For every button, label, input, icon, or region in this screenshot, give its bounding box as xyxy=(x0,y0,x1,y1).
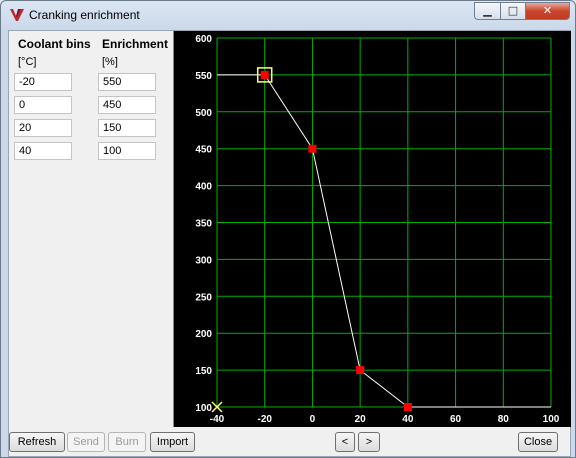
coolant-bin-field[interactable]: 20 xyxy=(14,119,72,137)
y-tick-label: 500 xyxy=(195,108,212,119)
bottom-toolbar: Refresh Send Burn Import < > Close xyxy=(9,427,570,456)
send-button[interactable]: Send xyxy=(67,432,105,452)
data-point xyxy=(356,366,365,375)
minimize-icon: ▁ xyxy=(483,4,492,17)
coolant-bin-field[interactable]: 0 xyxy=(14,96,72,114)
maximize-button[interactable]: □ xyxy=(500,2,526,20)
series-line xyxy=(217,74,551,408)
x-tick-label: 100 xyxy=(543,414,560,425)
close-icon: ✕ xyxy=(542,4,553,17)
burn-button[interactable]: Burn xyxy=(108,432,146,452)
client-area: Coolant bins Enrichment [°C] [%] -20 550… xyxy=(8,30,571,457)
y-tick-label: 450 xyxy=(195,145,212,156)
enrichment-header: Enrichment xyxy=(102,37,169,51)
close-window-button[interactable]: ✕ xyxy=(525,2,570,20)
enrichment-unit-label: [%] xyxy=(102,56,118,68)
y-tick-label: 100 xyxy=(195,403,212,414)
x-tick-label: 20 xyxy=(355,414,367,425)
y-tick-label: 600 xyxy=(195,34,212,45)
data-point xyxy=(308,144,317,153)
close-button[interactable]: Close xyxy=(518,432,558,452)
enrichment-table: Coolant bins Enrichment [°C] [%] -20 550… xyxy=(9,31,171,427)
data-point xyxy=(260,70,269,79)
enrichment-value-field[interactable]: 150 xyxy=(98,119,156,137)
y-tick-label: 300 xyxy=(195,255,212,266)
chart-canvas[interactable]: 100 150 200 250 300 350 400 450 500 550 600 -40 -20 0… xyxy=(174,31,571,427)
x-tick-label: -20 xyxy=(257,414,272,425)
coolant-bins-header: Coolant bins xyxy=(18,37,91,51)
app-window: Cranking enrichment ▁ □ ✕ Coolant bins E… xyxy=(0,0,576,458)
data-point xyxy=(403,403,412,411)
x-tick-label: 40 xyxy=(402,414,414,425)
y-tick-label: 550 xyxy=(195,71,212,82)
previous-button[interactable]: < xyxy=(335,432,355,452)
title-bar: Cranking enrichment ▁ □ ✕ xyxy=(1,1,575,29)
x-tick-label: -40 xyxy=(210,414,225,425)
refresh-button[interactable]: Refresh xyxy=(9,432,65,452)
coolant-unit-label: [°C] xyxy=(18,56,37,68)
minimize-button[interactable]: ▁ xyxy=(474,2,501,20)
y-tick-label: 200 xyxy=(195,329,212,340)
window-title: Cranking enrichment xyxy=(29,8,140,22)
enrichment-value-field[interactable]: 450 xyxy=(98,96,156,114)
coolant-bin-field[interactable]: -20 xyxy=(14,73,72,91)
x-tick-label: 60 xyxy=(450,414,462,425)
enrichment-value-field[interactable]: 100 xyxy=(98,142,156,160)
import-button[interactable]: Import xyxy=(150,432,195,452)
y-tick-label: 350 xyxy=(195,219,212,230)
enrichment-value-field[interactable]: 550 xyxy=(98,73,156,91)
enrichment-curve-chart[interactable]: 100 150 200 250 300 350 400 450 500 550 600 -40 -20 0… xyxy=(173,31,571,427)
y-tick-label: 150 xyxy=(195,366,212,377)
next-button[interactable]: > xyxy=(358,432,380,452)
x-tick-label: 0 xyxy=(310,414,316,425)
maximize-icon: □ xyxy=(507,4,519,17)
coolant-bin-field[interactable]: 40 xyxy=(14,142,72,160)
app-logo-icon xyxy=(10,9,24,21)
x-tick-label: 80 xyxy=(498,414,510,425)
y-tick-label: 400 xyxy=(195,182,212,193)
y-tick-label: 250 xyxy=(195,292,212,303)
